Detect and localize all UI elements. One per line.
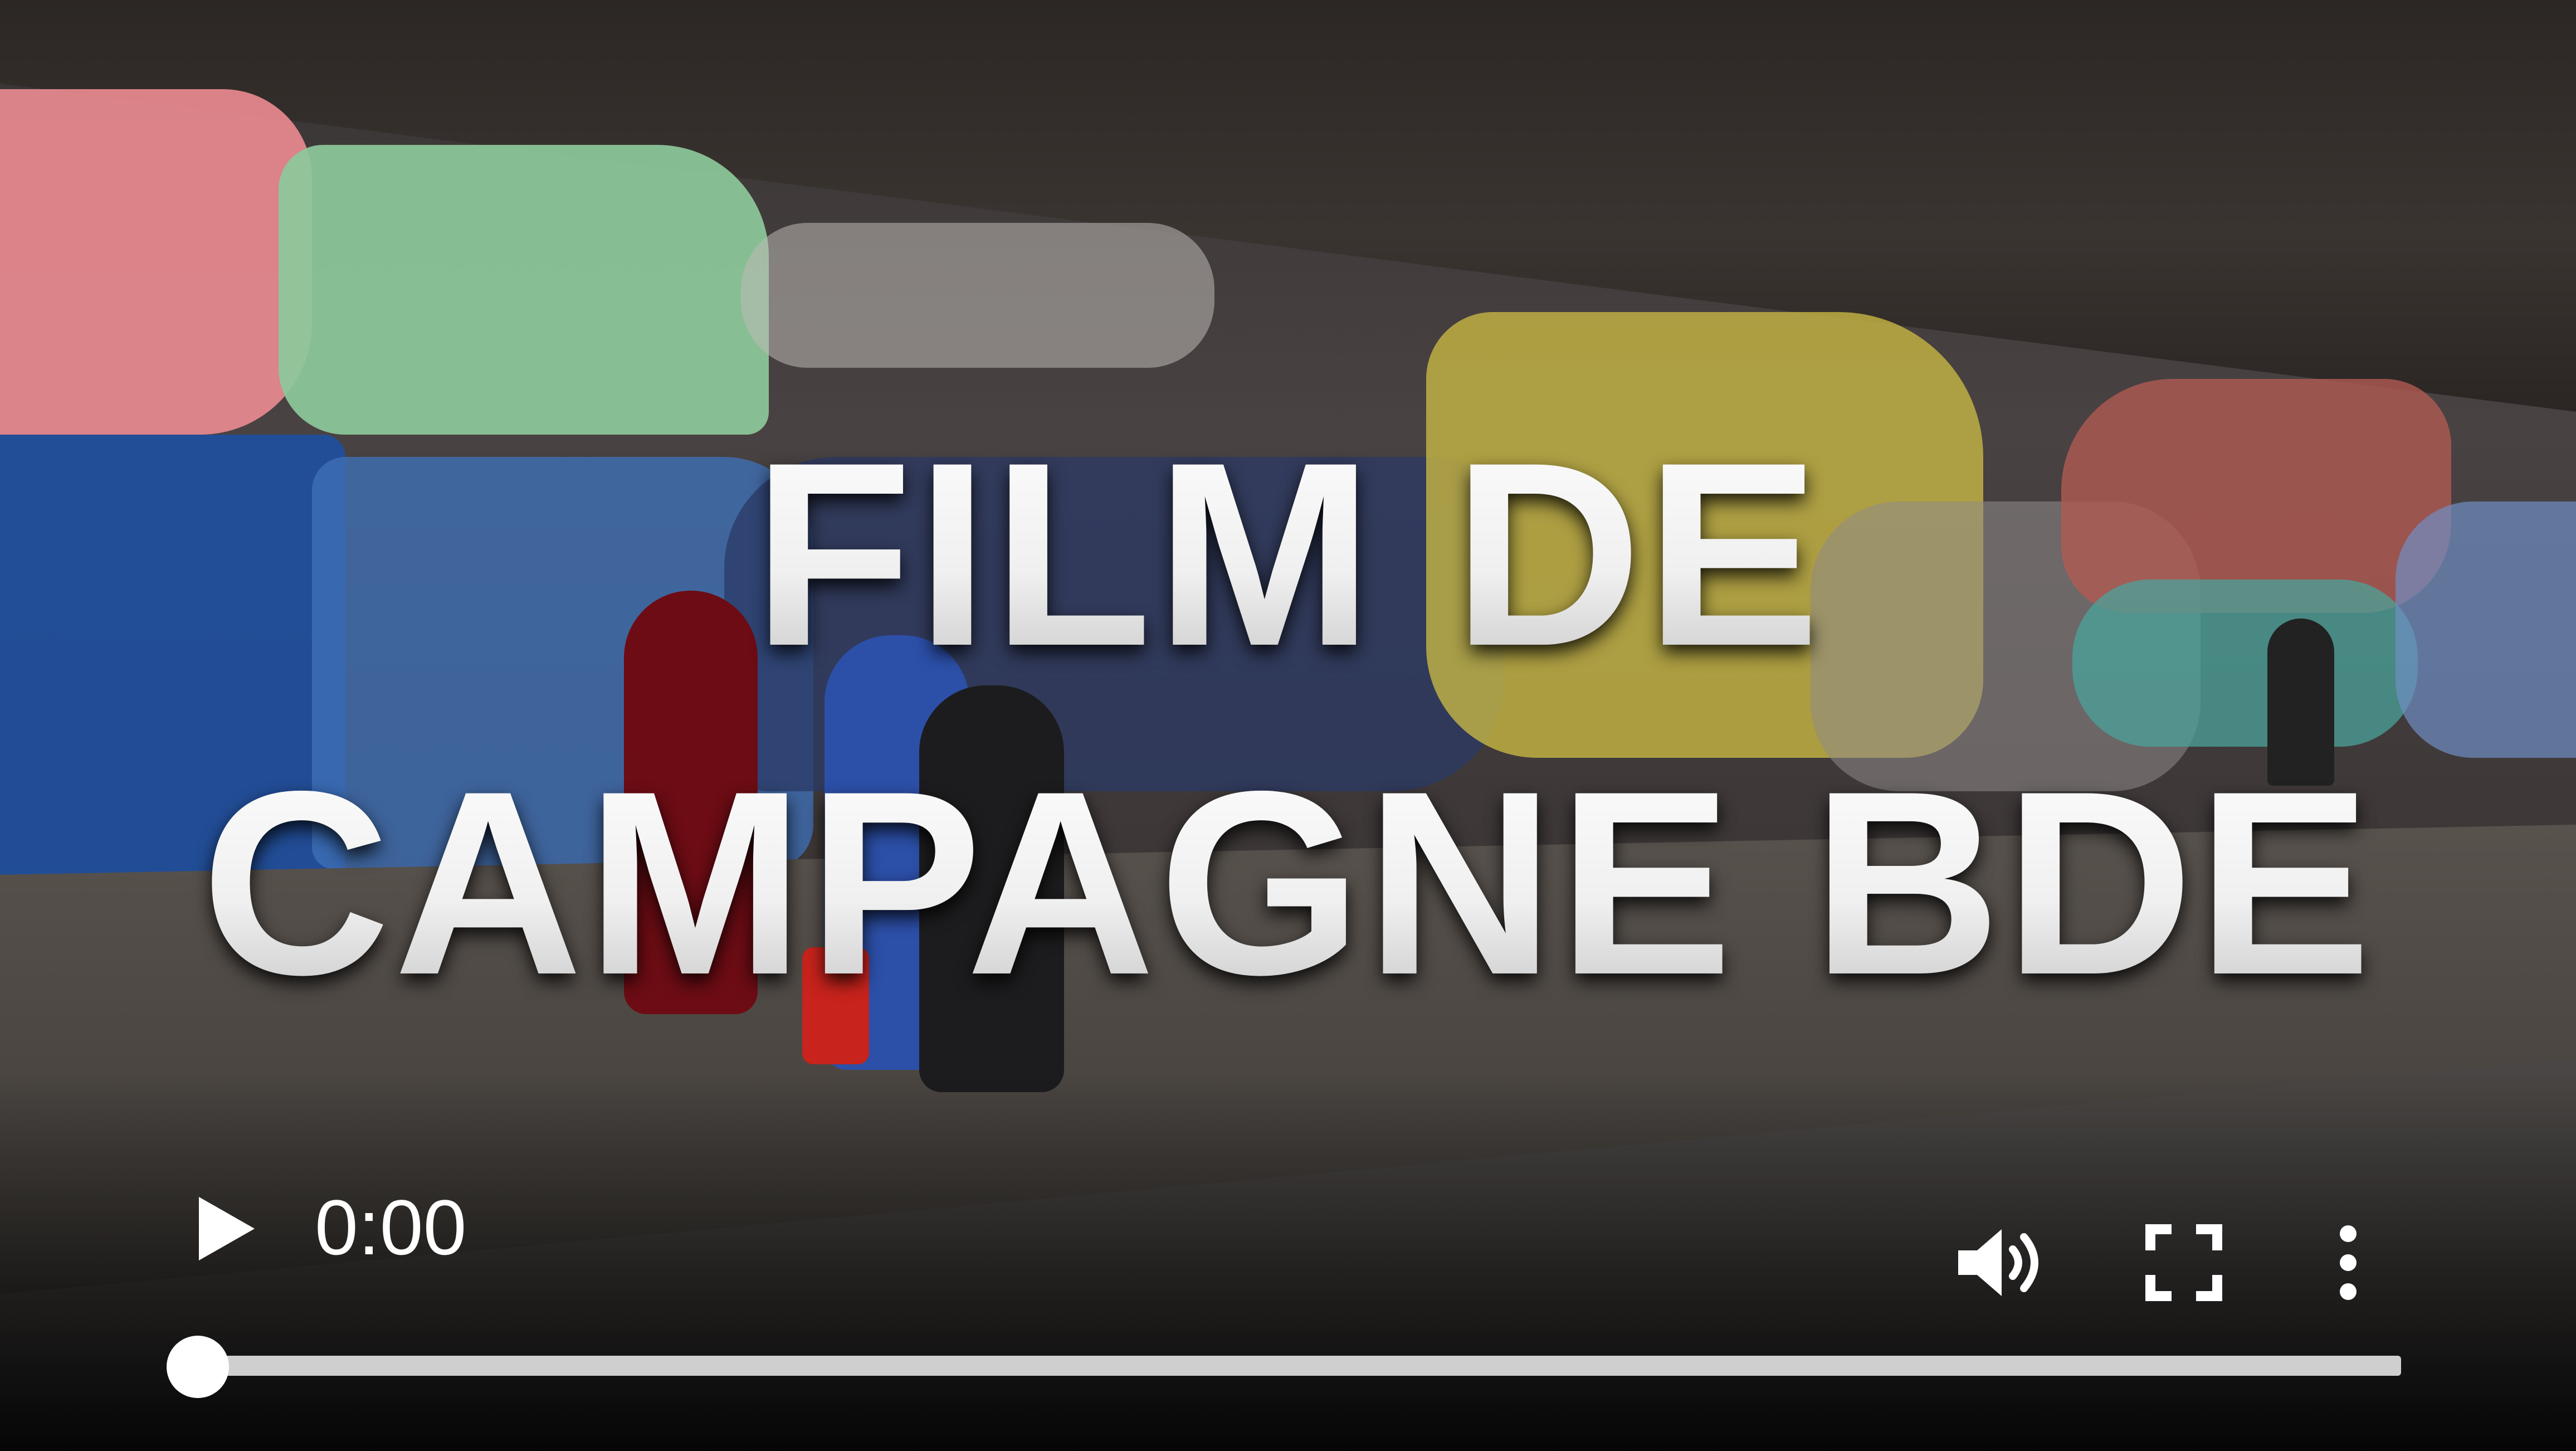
fullscreen-icon <box>2145 1224 2222 1301</box>
play-button[interactable] <box>184 1187 267 1270</box>
play-icon <box>199 1197 255 1260</box>
video-player[interactable]: FILM DE CAMPAGNE BDE 0:00 <box>0 0 2576 1451</box>
graffiti-piece <box>0 89 312 435</box>
volume-icon <box>1958 1229 2038 1296</box>
progress-bar[interactable] <box>198 1356 2401 1376</box>
title-line-1: FILM DE <box>0 390 2576 719</box>
more-options-button[interactable] <box>2292 1207 2404 1318</box>
more-vertical-icon <box>2340 1225 2357 1300</box>
current-time: 0:00 <box>315 1184 467 1271</box>
progress-scrubber[interactable] <box>167 1336 229 1398</box>
title-line-2: CAMPAGNE BDE <box>0 719 2576 1048</box>
volume-button[interactable] <box>1944 1207 2056 1318</box>
graffiti-piece <box>741 223 1214 368</box>
fullscreen-button[interactable] <box>2128 1207 2240 1318</box>
video-title-overlay: FILM DE CAMPAGNE BDE <box>0 390 2576 1048</box>
